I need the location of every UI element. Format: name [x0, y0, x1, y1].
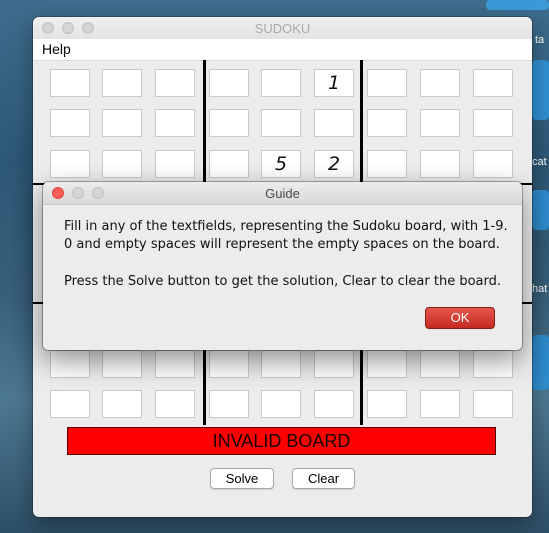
- board-cell-r9-c4[interactable]: [209, 390, 249, 418]
- board-cell-r3-c1[interactable]: [50, 150, 90, 178]
- title-bar[interactable]: SUDOKU: [33, 17, 532, 40]
- board-cell-r2-c5[interactable]: [261, 109, 301, 137]
- status-bar: INVALID BOARD: [67, 427, 496, 455]
- board-cell-r8-c5[interactable]: [261, 350, 301, 378]
- board-cell-r1-c8[interactable]: [420, 69, 460, 97]
- window-title: SUDOKU: [254, 21, 311, 36]
- board-cell-r1-c1[interactable]: [50, 69, 90, 97]
- dialog-title: Guide: [265, 186, 300, 201]
- board-cell-r1-c4[interactable]: [209, 69, 249, 97]
- board-cell-r8-c9[interactable]: [473, 350, 513, 378]
- board-cell-r2-c8[interactable]: [420, 109, 460, 137]
- solve-button[interactable]: Solve: [210, 468, 274, 489]
- board-cell-r2-c1[interactable]: [50, 109, 90, 137]
- desktop-tile: [532, 335, 549, 390]
- board-cell-r9-c2[interactable]: [102, 390, 142, 418]
- board-cell-r8-c7[interactable]: [367, 350, 407, 378]
- desktop-tile: [532, 190, 549, 230]
- menu-bar: Help: [33, 39, 532, 61]
- guide-dialog: Guide Fill in any of the textfields, rep…: [43, 182, 522, 350]
- board-cell-r3-c8[interactable]: [420, 150, 460, 178]
- board-cell-r9-c3[interactable]: [155, 390, 195, 418]
- board-cell-r9-c7[interactable]: [367, 390, 407, 418]
- dialog-message-line: 0 and empty spaces will represent the em…: [64, 237, 500, 252]
- board-cell-r2-c6[interactable]: [314, 109, 354, 137]
- board-cell-r2-c4[interactable]: [209, 109, 249, 137]
- desktop-tile: [486, 0, 549, 10]
- dialog-message-line: Fill in any of the textfields, represent…: [64, 219, 508, 234]
- board-cell-r1-c3[interactable]: [155, 69, 195, 97]
- board-cell-r8-c8[interactable]: [420, 350, 460, 378]
- board-cell-r3-c4[interactable]: [209, 150, 249, 178]
- board-cell-r8-c1[interactable]: [50, 350, 90, 378]
- board-cell-r3-c3[interactable]: [155, 150, 195, 178]
- board-cell-r9-c6[interactable]: [314, 390, 354, 418]
- board-cell-r3-c9[interactable]: [473, 150, 513, 178]
- board-cell-r2-c2[interactable]: [102, 109, 142, 137]
- desktop-tile: [532, 60, 549, 120]
- board-cell-r8-c2[interactable]: [102, 350, 142, 378]
- board-cell-r9-c5[interactable]: [261, 390, 301, 418]
- board-cell-r9-c8[interactable]: [420, 390, 460, 418]
- board-cell-r8-c3[interactable]: [155, 350, 195, 378]
- board-cell-r3-c5[interactable]: 5: [261, 150, 301, 178]
- board-cell-r1-c6[interactable]: 1: [314, 69, 354, 97]
- board-cell-r1-c2[interactable]: [102, 69, 142, 97]
- clear-button[interactable]: Clear: [292, 468, 355, 489]
- board-cell-r9-c1[interactable]: [50, 390, 90, 418]
- board-cell-r1-c9[interactable]: [473, 69, 513, 97]
- desktop-label: ta: [535, 34, 545, 46]
- dialog-message-line: Press the Solve button to get the soluti…: [64, 274, 501, 289]
- desktop-label: hat: [532, 283, 548, 295]
- board-cell-r1-c5[interactable]: [261, 69, 301, 97]
- board-cell-r1-c7[interactable]: [367, 69, 407, 97]
- board-cell-r8-c6[interactable]: [314, 350, 354, 378]
- menu-help[interactable]: Help: [42, 41, 71, 57]
- board-cell-r3-c6[interactable]: 2: [314, 150, 354, 178]
- ok-button[interactable]: OK: [425, 307, 495, 329]
- desktop-label: cat: [532, 156, 547, 168]
- board-cell-r2-c9[interactable]: [473, 109, 513, 137]
- board-cell-r3-c2[interactable]: [102, 150, 142, 178]
- board-cell-r3-c7[interactable]: [367, 150, 407, 178]
- board-cell-r8-c4[interactable]: [209, 350, 249, 378]
- board-cell-r2-c7[interactable]: [367, 109, 407, 137]
- board-cell-r2-c3[interactable]: [155, 109, 195, 137]
- board-cell-r9-c9[interactable]: [473, 390, 513, 418]
- dialog-title-bar[interactable]: Guide: [43, 182, 522, 205]
